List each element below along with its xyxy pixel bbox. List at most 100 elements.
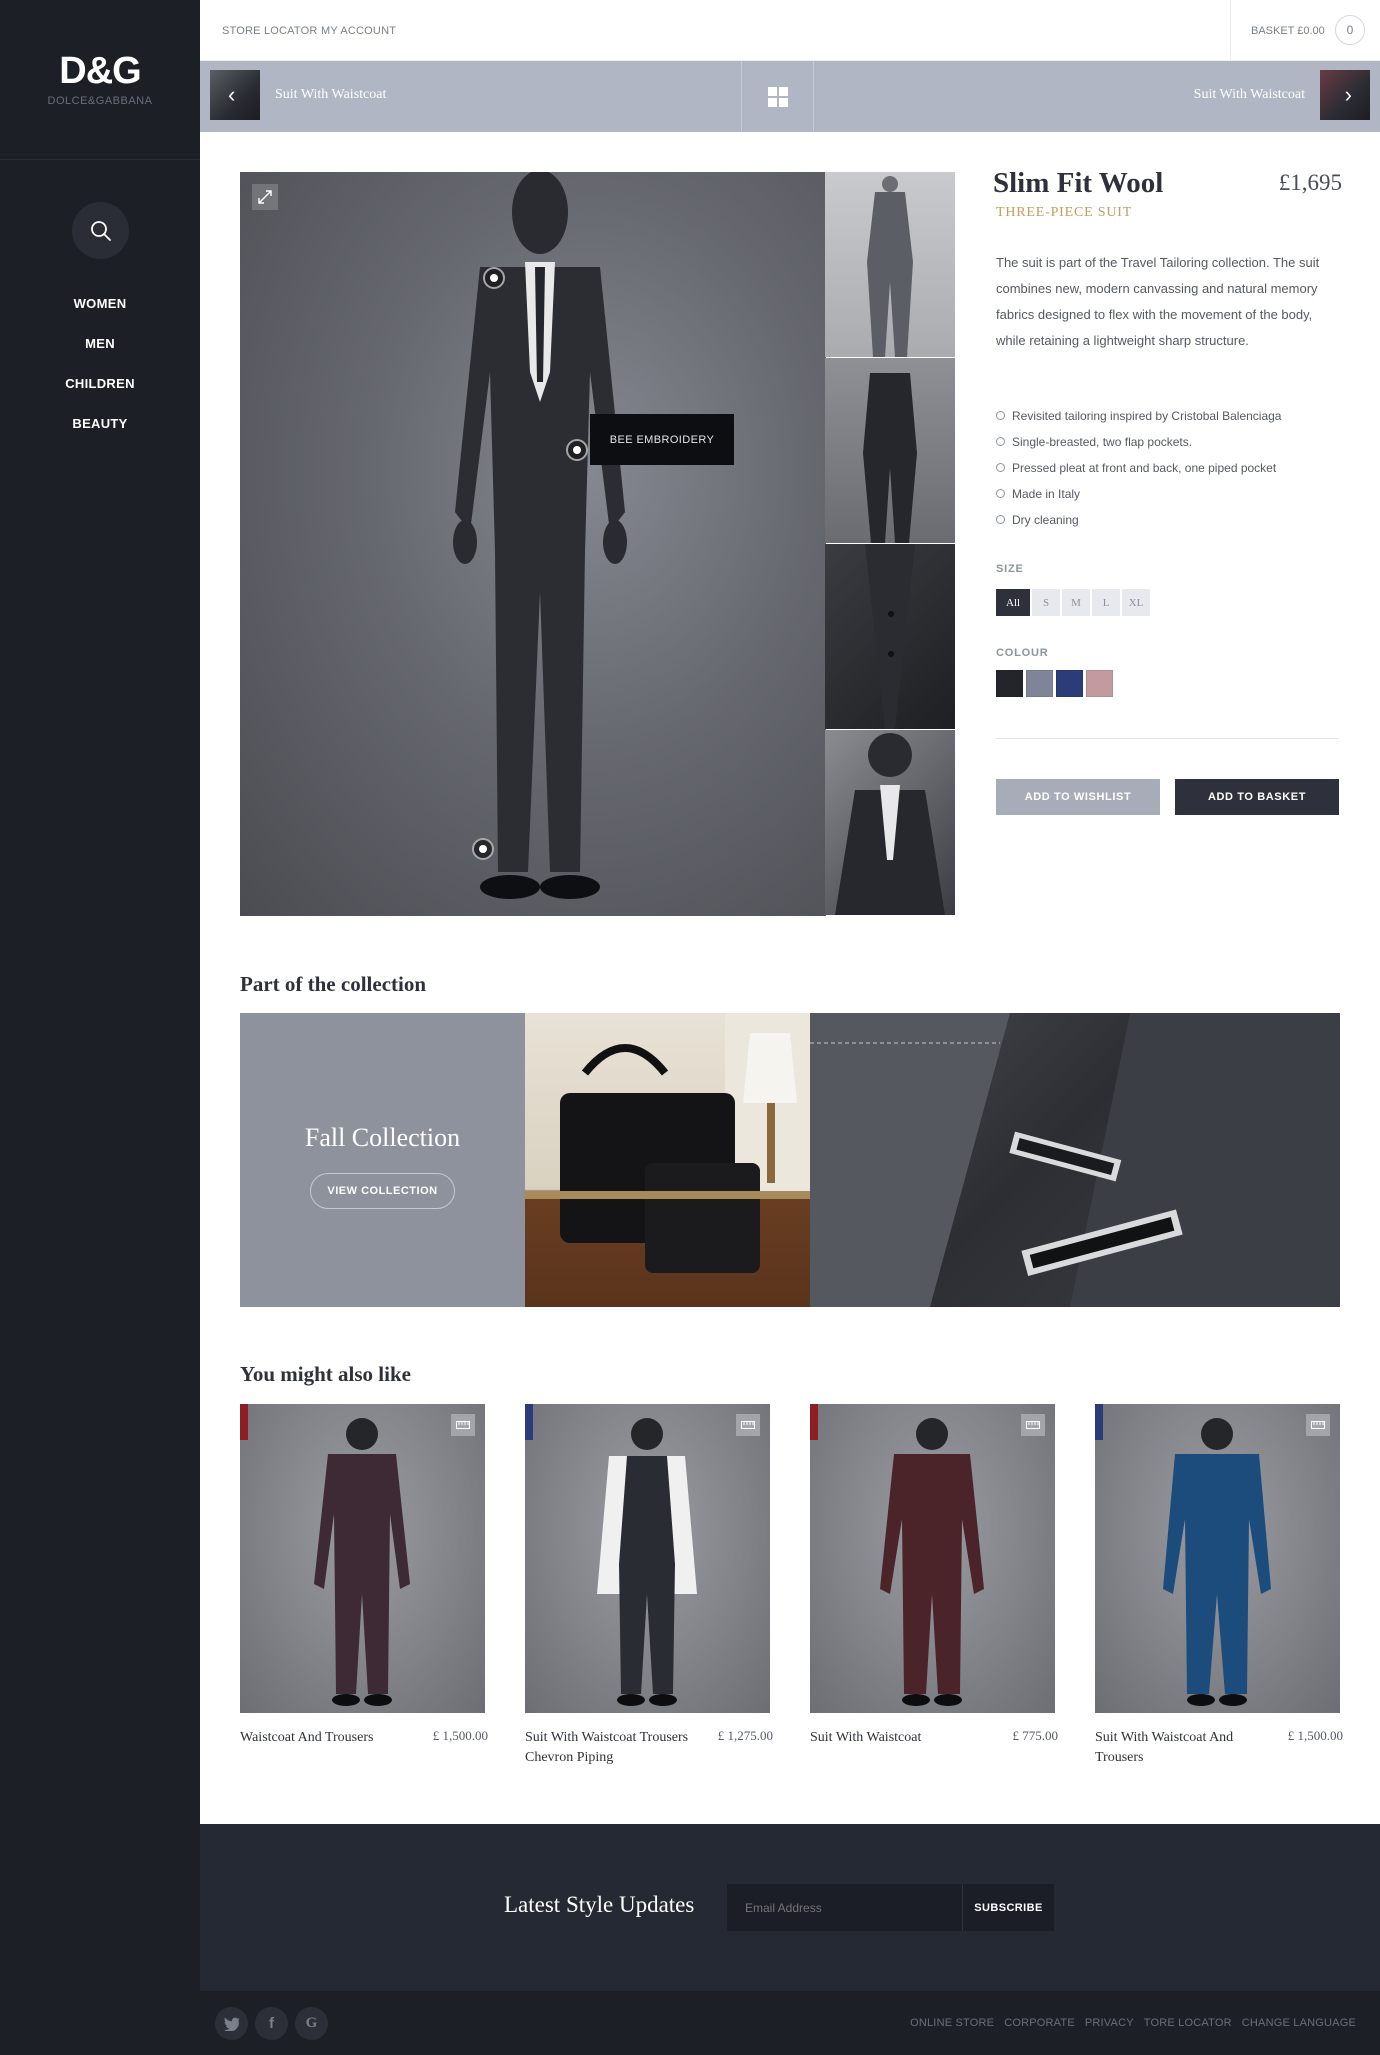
recommendation-image[interactable] bbox=[240, 1404, 485, 1713]
recommendation-name[interactable]: Suit With Waistcoat And Trousers bbox=[1095, 1728, 1260, 1768]
footer-link-privacy[interactable]: PRIVACY bbox=[1085, 2017, 1134, 2029]
footer-link-store-locator[interactable]: TORE LOCATOR bbox=[1144, 2017, 1232, 2029]
collection-card-title: Fall Collection bbox=[304, 1123, 461, 1152]
footer-links: ONLINE STORE CORPORATE PRIVACY TORE LOCA… bbox=[910, 2017, 1356, 2029]
google-button[interactable]: G bbox=[295, 2007, 328, 2040]
recommendation-card[interactable]: Waistcoat And Trousers £ 1,500.00 bbox=[240, 1404, 488, 1745]
thumbnail-detail-collar[interactable] bbox=[825, 730, 955, 915]
subscribe-button[interactable]: SUBSCRIBE bbox=[962, 1884, 1054, 1931]
suit-thumb-figure bbox=[867, 176, 913, 357]
recommendation-name[interactable]: Suit With Waistcoat bbox=[810, 1728, 975, 1748]
recommendation-name[interactable]: Suit With Waistcoat Trousers Chevron Pip… bbox=[525, 1728, 690, 1768]
recommendation-price: £ 1,275.00 bbox=[717, 1728, 773, 1743]
recommendation-card[interactable]: Suit With Waistcoat Trousers Chevron Pip… bbox=[525, 1404, 773, 1765]
size-label: SIZE bbox=[996, 563, 1024, 575]
search-icon bbox=[90, 220, 111, 241]
basket-total[interactable]: BASKET £0.00 bbox=[1251, 25, 1325, 37]
recommendation-price: £ 1,500.00 bbox=[1287, 1728, 1343, 1743]
collection-tie-clip-image[interactable] bbox=[810, 1013, 1340, 1307]
product-navigation-bar: ‹ Suit With Waistcoat Suit With Waistcoa… bbox=[200, 61, 1380, 132]
search-button[interactable] bbox=[72, 202, 129, 259]
thumbnail-detail-waistcoat[interactable] bbox=[825, 544, 955, 729]
tie-clip-illustration bbox=[810, 1013, 1340, 1307]
size-option-xl[interactable]: XL bbox=[1122, 589, 1151, 616]
add-to-basket-button[interactable]: ADD TO BASKET bbox=[1175, 779, 1339, 815]
colour-swatch-grey[interactable] bbox=[1026, 670, 1053, 697]
footer-link-online-store[interactable]: ONLINE STORE bbox=[910, 2017, 994, 2029]
collection-card[interactable]: Fall Collection VIEW COLLECTION bbox=[240, 1013, 525, 1307]
basket-count-badge[interactable]: 0 bbox=[1335, 15, 1365, 45]
colour-swatch-pink[interactable] bbox=[1086, 670, 1113, 697]
hotspot-lapel[interactable] bbox=[483, 267, 505, 289]
twitter-icon bbox=[223, 2017, 240, 2031]
logo-block[interactable]: D&G DOLCE&GABBANA bbox=[0, 0, 200, 160]
expand-button[interactable] bbox=[252, 184, 278, 210]
size-guide-button[interactable] bbox=[736, 1414, 760, 1436]
prev-product-label[interactable]: Suit With Waistcoat bbox=[275, 87, 386, 103]
twitter-button[interactable] bbox=[215, 2007, 248, 2040]
colour-flag bbox=[1095, 1404, 1103, 1440]
colour-swatch-black[interactable] bbox=[996, 670, 1023, 697]
colour-selector bbox=[996, 670, 1113, 697]
facebook-button[interactable]: f bbox=[255, 2007, 288, 2040]
colour-flag bbox=[240, 1404, 248, 1440]
hotspot-bee-embroidery[interactable] bbox=[566, 439, 588, 461]
recommendation-price: £ 775.00 bbox=[1012, 1728, 1059, 1743]
footer-link-change-language[interactable]: CHANGE LANGUAGE bbox=[1242, 2017, 1356, 2029]
recommendation-image[interactable] bbox=[1095, 1404, 1340, 1713]
bag-illustration bbox=[525, 1013, 810, 1273]
size-guide-button[interactable] bbox=[1306, 1414, 1330, 1436]
hotspot-tooltip: BEE EMBROIDERY bbox=[590, 414, 734, 465]
size-guide-button[interactable] bbox=[451, 1414, 475, 1436]
size-option-l[interactable]: L bbox=[1092, 589, 1121, 616]
hotspot-shoe[interactable] bbox=[472, 838, 494, 860]
thumbnail-back[interactable] bbox=[825, 358, 955, 543]
basket[interactable]: BASKET £0.00 0 bbox=[1230, 0, 1380, 60]
grid-view-button[interactable] bbox=[741, 61, 814, 132]
recommendation-card[interactable]: Suit With Waistcoat £ 775.00 bbox=[810, 1404, 1058, 1745]
add-to-wishlist-button[interactable]: ADD TO WISHLIST bbox=[996, 779, 1160, 815]
ruler-icon bbox=[1026, 1421, 1040, 1429]
view-collection-button[interactable]: VIEW COLLECTION bbox=[310, 1173, 455, 1209]
top-bar: STORE LOCATOR MY ACCOUNT BASKET £0.00 0 bbox=[200, 0, 1380, 61]
my-account-link[interactable]: MY ACCOUNT bbox=[321, 25, 396, 37]
sidebar: D&G DOLCE&GABBANA WOMEN MEN CHILDREN BEA… bbox=[0, 0, 200, 2055]
product-description: The suit is part of the Travel Tailoring… bbox=[996, 255, 1320, 348]
ruler-icon bbox=[456, 1421, 470, 1429]
recommendation-image[interactable] bbox=[525, 1404, 770, 1713]
size-option-m[interactable]: M bbox=[1062, 589, 1091, 616]
colour-swatch-navy[interactable] bbox=[1056, 670, 1083, 697]
thumbnail-front[interactable] bbox=[825, 172, 955, 357]
suit-figure bbox=[1163, 1418, 1271, 1706]
feature-item: Made in Italy bbox=[996, 483, 1281, 509]
next-product-label[interactable]: Suit With Waistcoat bbox=[1194, 87, 1305, 103]
colour-flag bbox=[525, 1404, 533, 1440]
suit-figure bbox=[597, 1418, 697, 1706]
feature-item: Single-breasted, two flap pockets. bbox=[996, 431, 1281, 457]
prev-arrow-icon[interactable]: ‹ bbox=[228, 84, 235, 106]
size-option-s[interactable]: S bbox=[1032, 589, 1061, 616]
main-product-image[interactable]: BEE EMBROIDERY bbox=[240, 172, 826, 916]
nav-item-children[interactable]: CHILDREN bbox=[0, 370, 200, 410]
store-locator-link[interactable]: STORE LOCATOR bbox=[222, 25, 318, 37]
thumbnail-strip bbox=[825, 172, 955, 916]
recommendation-image[interactable] bbox=[810, 1404, 1055, 1713]
size-guide-button[interactable] bbox=[1021, 1414, 1045, 1436]
logo[interactable]: D&G bbox=[0, 50, 200, 93]
nav-item-men[interactable]: MEN bbox=[0, 330, 200, 370]
feature-item: Revisited tailoring inspired by Cristoba… bbox=[996, 405, 1281, 431]
nav-item-beauty[interactable]: BEAUTY bbox=[0, 410, 200, 450]
collection-bag-image[interactable] bbox=[525, 1013, 810, 1307]
recommendation-name[interactable]: Waistcoat And Trousers bbox=[240, 1728, 405, 1748]
expand-icon bbox=[258, 190, 272, 204]
recommendations-heading: You might also like bbox=[240, 1362, 411, 1386]
next-arrow-icon[interactable]: › bbox=[1345, 84, 1352, 106]
size-option-all[interactable]: All bbox=[996, 589, 1031, 616]
divider bbox=[996, 738, 1339, 739]
footer-link-corporate[interactable]: CORPORATE bbox=[1004, 2017, 1075, 2029]
email-input[interactable] bbox=[727, 1884, 962, 1931]
recommendation-price: £ 1,500.00 bbox=[432, 1728, 488, 1743]
logo-subtitle: DOLCE&GABBANA bbox=[47, 95, 153, 107]
recommendation-card[interactable]: Suit With Waistcoat And Trousers £ 1,500… bbox=[1095, 1404, 1343, 1765]
nav-item-women[interactable]: WOMEN bbox=[0, 290, 200, 330]
